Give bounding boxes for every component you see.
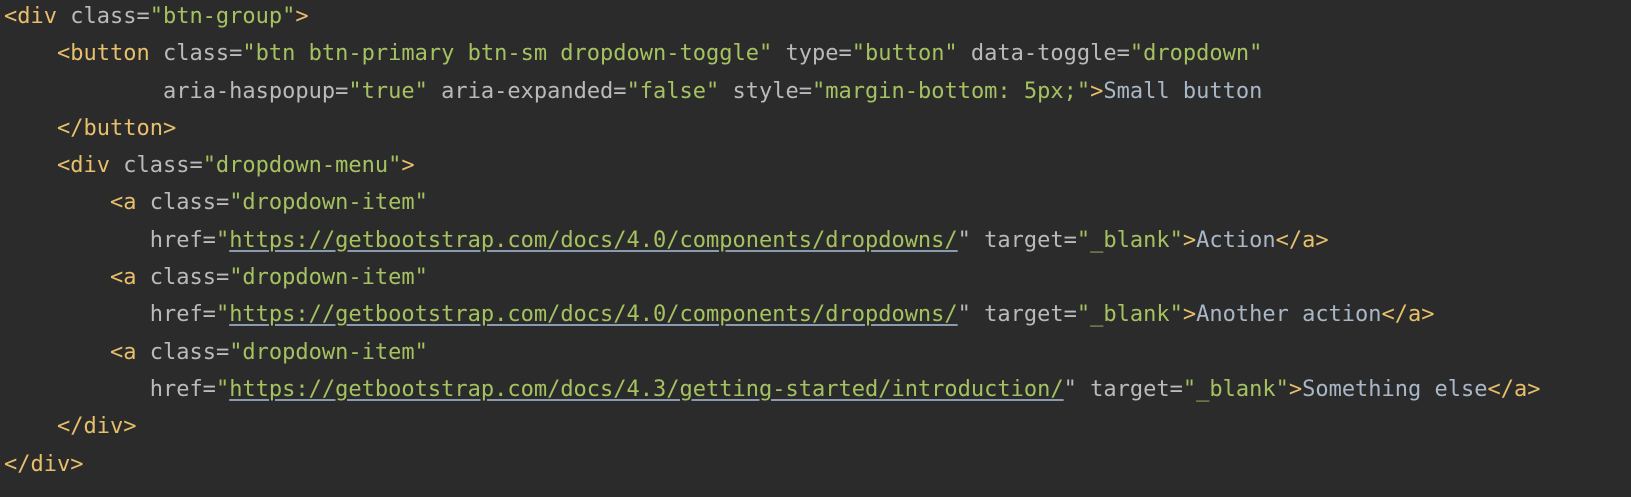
code-tag: </div> [4, 451, 84, 477]
code-tag: > [401, 153, 415, 179]
code-text: Another action [1196, 302, 1382, 328]
code-editor[interactable]: <div class="btn-group"> <button class="b… [4, 0, 1541, 483]
code-line: href="https://getbootstrap.com/docs/4.3/… [4, 371, 1541, 408]
code-tag: <a [109, 339, 137, 365]
code-string: "false" [626, 78, 720, 104]
code-attribute: href= [149, 227, 216, 253]
code-attribute: " [957, 302, 971, 328]
code-tag: <div [56, 153, 110, 179]
code-string: "true" [348, 78, 428, 104]
code-tag: </button> [56, 115, 177, 141]
code-text: Small button [1103, 78, 1263, 104]
code-tag: > [1182, 227, 1197, 253]
code-string: "btn-group" [149, 4, 296, 29]
code-line: </div> [4, 408, 1541, 445]
code-string: "dropdown-menu" [202, 153, 402, 179]
code-line: href="https://getbootstrap.com/docs/4.0/… [4, 222, 1541, 259]
code-string: " [215, 376, 230, 402]
code-attribute: aria-expanded= [427, 78, 627, 104]
code-string: " [215, 302, 230, 328]
code-tag: <a [109, 190, 137, 216]
code-tag: </a> [1487, 376, 1541, 402]
code-link[interactable]: https://getbootstrap.com/docs/4.0/compon… [229, 302, 957, 327]
code-attribute: aria-haspopup= [162, 78, 349, 104]
code-tag: > [1288, 376, 1303, 402]
code-string: "dropdown-item" [229, 265, 428, 291]
code-text: Action [1196, 227, 1276, 253]
code-attribute: class= [149, 41, 243, 67]
code-line: <div class="dropdown-menu"> [4, 147, 1541, 184]
code-line: <a class="dropdown-item" [4, 184, 1541, 221]
code-string: " [215, 227, 230, 253]
code-tag: <a [109, 265, 137, 291]
code-tag: </a> [1275, 227, 1329, 253]
code-link[interactable]: https://getbootstrap.com/docs/4.0/compon… [229, 228, 957, 253]
code-string: "margin-bottom: 5px;" [812, 78, 1091, 104]
code-attribute: class= [136, 339, 230, 365]
code-line: </div> [4, 446, 1541, 483]
code-tag: > [1090, 78, 1104, 104]
code-line: </button> [4, 110, 1541, 147]
code-attribute: href= [149, 302, 216, 328]
code-attribute: target= [970, 302, 1077, 328]
code-link[interactable]: https://getbootstrap.com/docs/4.3/gettin… [229, 377, 1063, 402]
code-line: aria-haspopup="true" aria-expanded="fals… [4, 73, 1541, 110]
code-line: href="https://getbootstrap.com/docs/4.0/… [4, 296, 1541, 333]
code-tag: <div [4, 4, 57, 29]
code-attribute: href= [149, 376, 216, 402]
code-attribute: " [1063, 376, 1077, 402]
code-attribute: " [957, 227, 971, 253]
code-string: "btn btn-primary btn-sm dropdown-toggle" [242, 41, 773, 67]
code-string: "_blank" [1076, 227, 1183, 253]
code-attribute: data-toggle= [957, 41, 1130, 67]
code-string: "dropdown-item" [229, 190, 428, 216]
code-tag: </div> [56, 414, 137, 440]
code-tag: </a> [1381, 302, 1435, 328]
code-attribute: class= [136, 265, 230, 291]
code-line: <div class="btn-group"> [4, 0, 1541, 35]
code-string: "dropdown-item" [229, 339, 428, 365]
code-attribute: type= [772, 41, 852, 67]
code-attribute: target= [970, 227, 1077, 253]
code-line: <a class="dropdown-item" [4, 259, 1541, 296]
code-tag: <button [56, 41, 150, 67]
code-attribute: class= [109, 153, 203, 179]
code-string: "button" [851, 41, 958, 67]
code-attribute: style= [719, 78, 812, 104]
code-text: Something else [1302, 376, 1488, 402]
code-string: "_blank" [1182, 376, 1289, 402]
code-tag: > [1182, 302, 1197, 328]
code-string: "_blank" [1076, 302, 1183, 328]
code-attribute: class= [136, 190, 230, 216]
code-attribute: class= [56, 4, 150, 29]
code-line: <button class="btn btn-primary btn-sm dr… [4, 35, 1541, 72]
code-tag: > [295, 4, 309, 29]
code-attribute: target= [1076, 376, 1183, 402]
code-string: "dropdown" [1129, 41, 1263, 67]
code-line: <a class="dropdown-item" [4, 334, 1541, 371]
